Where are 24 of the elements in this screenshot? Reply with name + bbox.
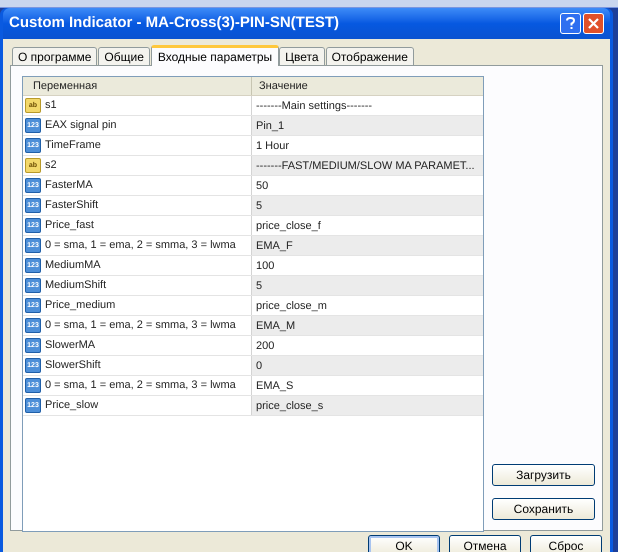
- table-cell: EMA_M: [252, 316, 483, 335]
- tab[interactable]: Общие: [98, 47, 150, 65]
- side-button[interactable]: Загрузить: [492, 464, 595, 486]
- help-button[interactable]: [560, 13, 581, 34]
- column-header[interactable]: Значение: [252, 77, 483, 95]
- table-cell: 0: [252, 356, 483, 375]
- table-cell: price_close_s: [252, 396, 483, 415]
- dialog-button[interactable]: OK: [368, 535, 440, 552]
- window-title: Custom Indicator - MA-Cross(3)-PIN-SN(TEST): [9, 13, 340, 34]
- side-button[interactable]: Сохранить: [492, 498, 595, 520]
- table-cell: 5: [252, 276, 483, 295]
- tab[interactable]: Входные параметры: [150, 45, 280, 66]
- dialog-button[interactable]: Отмена: [449, 535, 521, 552]
- table-cell: -------FAST/MEDIUM/SLOW MA PARAMET...: [252, 156, 483, 175]
- table-cell: 5: [252, 196, 483, 215]
- close-icon: [588, 18, 599, 29]
- help-icon: [566, 17, 575, 30]
- tab[interactable]: Отображение: [326, 47, 414, 65]
- tab[interactable]: О программе: [12, 47, 98, 65]
- table-cell: EMA_F: [252, 236, 483, 255]
- table-cell: Pin_1: [252, 116, 483, 135]
- column-header[interactable]: Переменная: [23, 77, 252, 95]
- close-button[interactable]: [583, 13, 604, 34]
- tab[interactable]: Цвета: [279, 47, 325, 65]
